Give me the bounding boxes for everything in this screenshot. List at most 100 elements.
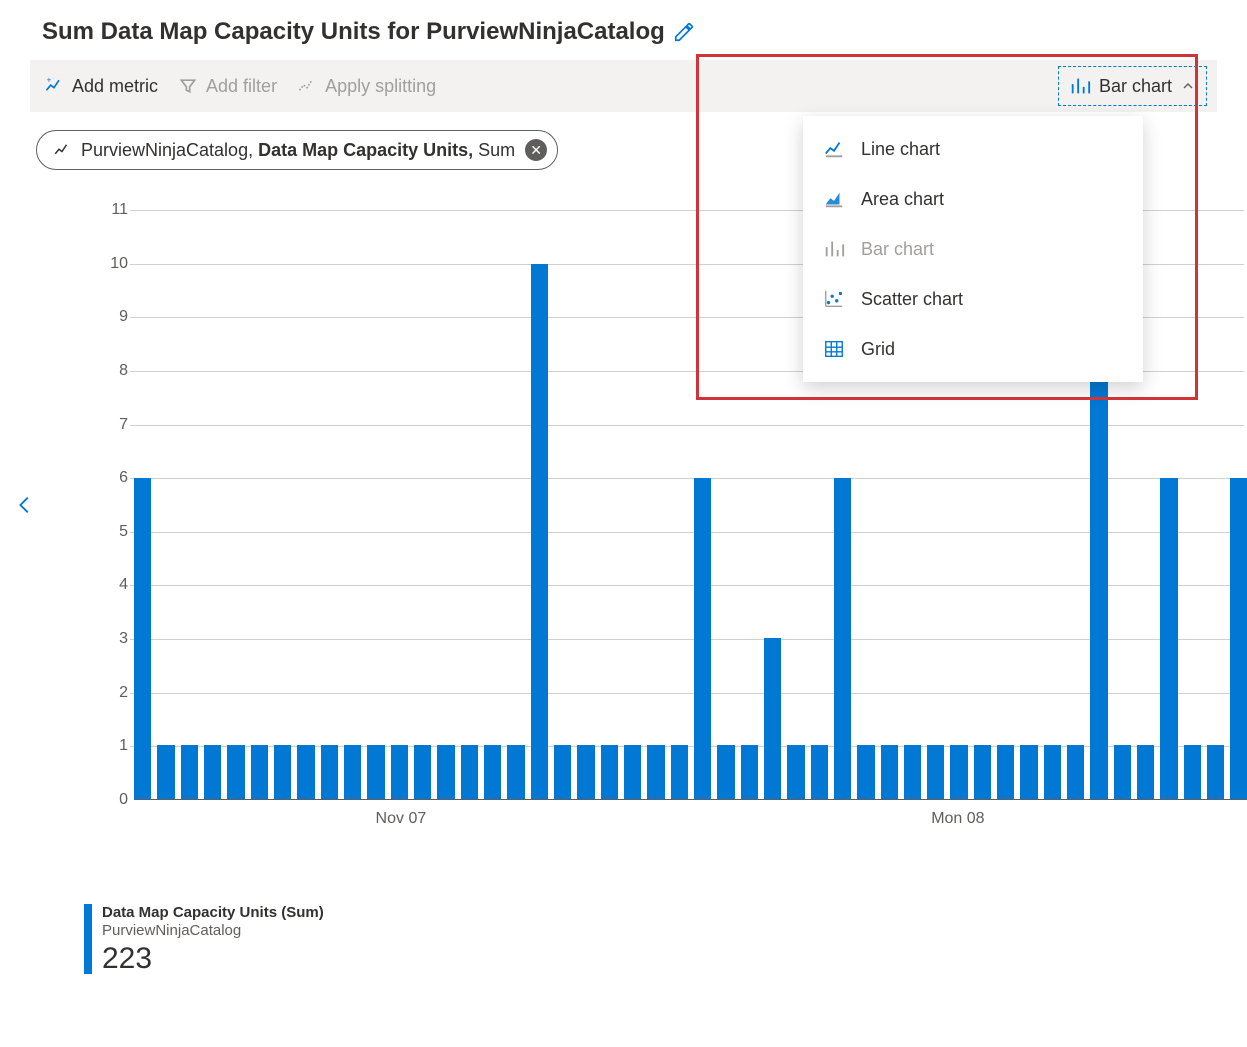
bar[interactable] — [671, 745, 688, 799]
splitting-icon — [297, 76, 317, 96]
chart-type-option-label: Line chart — [861, 139, 940, 160]
bar[interactable] — [857, 745, 874, 799]
y-tick-label: 10 — [110, 255, 128, 273]
chart-type-option-label: Grid — [861, 339, 895, 360]
bar[interactable] — [927, 745, 944, 799]
bar[interactable] — [227, 745, 244, 799]
bar-chart-icon — [1069, 75, 1091, 97]
bar[interactable] — [251, 745, 268, 799]
chart-type-option[interactable]: Area chart — [803, 174, 1143, 224]
chart-type-label: Bar chart — [1099, 76, 1172, 97]
svg-text:+: + — [47, 76, 52, 85]
bar[interactable] — [321, 745, 338, 799]
bar[interactable] — [787, 745, 804, 799]
bar[interactable] — [484, 745, 501, 799]
bar[interactable] — [834, 478, 851, 799]
legend-swatch — [84, 904, 92, 974]
y-tick-label: 1 — [119, 737, 128, 755]
bar[interactable] — [181, 745, 198, 799]
area-chart-icon — [823, 188, 845, 210]
bar[interactable] — [741, 745, 758, 799]
y-tick-label: 5 — [119, 523, 128, 541]
scatter-chart-icon — [823, 288, 845, 310]
close-icon[interactable]: ✕ — [525, 139, 547, 161]
bar[interactable] — [1020, 745, 1037, 799]
chart-type-option: Bar chart — [803, 224, 1143, 274]
filter-icon — [178, 76, 198, 96]
chevron-left-icon[interactable] — [14, 490, 36, 520]
bar[interactable] — [297, 745, 314, 799]
x-tick-label: Mon 08 — [931, 810, 984, 828]
chip-resource: PurviewNinjaCatalog, — [81, 140, 258, 160]
bar[interactable] — [204, 745, 221, 799]
chart-type-option[interactable]: Scatter chart — [803, 274, 1143, 324]
bar[interactable] — [1067, 745, 1084, 799]
chevron-up-icon — [1180, 78, 1196, 94]
y-tick-label: 2 — [119, 684, 128, 702]
bar[interactable] — [134, 478, 151, 799]
bar[interactable] — [1090, 317, 1107, 799]
y-tick-label: 4 — [119, 576, 128, 594]
grid-icon — [823, 338, 845, 360]
y-tick-label: 8 — [119, 362, 128, 380]
chip-agg: Sum — [473, 140, 515, 160]
metric-line-icon — [53, 141, 71, 159]
add-filter-label: Add filter — [206, 76, 277, 97]
bar[interactable] — [437, 745, 454, 799]
add-metric-button[interactable]: + Add metric — [44, 76, 158, 97]
bar[interactable] — [1137, 745, 1154, 799]
chart-type-option-label: Scatter chart — [861, 289, 963, 310]
y-tick-label: 7 — [119, 416, 128, 434]
bar[interactable] — [811, 745, 828, 799]
bar[interactable] — [647, 745, 664, 799]
bar[interactable] — [694, 478, 711, 799]
chart-type-dropdown-button[interactable]: Bar chart — [1058, 66, 1207, 106]
bar[interactable] — [1114, 745, 1131, 799]
metric-chip[interactable]: PurviewNinjaCatalog, Data Map Capacity U… — [36, 130, 558, 170]
bar[interactable] — [274, 745, 291, 799]
legend-value: 223 — [102, 942, 324, 976]
bar[interactable] — [997, 745, 1014, 799]
bar[interactable] — [904, 745, 921, 799]
bar[interactable] — [601, 745, 618, 799]
bar[interactable] — [531, 264, 548, 799]
apply-splitting-label: Apply splitting — [325, 76, 436, 97]
y-tick-label: 0 — [119, 791, 128, 809]
bar[interactable] — [950, 745, 967, 799]
bar[interactable] — [391, 745, 408, 799]
bar[interactable] — [764, 638, 781, 799]
edit-icon[interactable] — [673, 21, 695, 43]
bar[interactable] — [1207, 745, 1224, 799]
y-tick-label: 6 — [119, 469, 128, 487]
bar[interactable] — [157, 745, 174, 799]
add-metric-label: Add metric — [72, 76, 158, 97]
bar[interactable] — [414, 745, 431, 799]
bar[interactable] — [717, 745, 734, 799]
legend-metric: Data Map Capacity Units (Sum) — [102, 904, 324, 922]
bar[interactable] — [577, 745, 594, 799]
bar[interactable] — [344, 745, 361, 799]
bar[interactable] — [1184, 745, 1201, 799]
x-tick-label: Nov 07 — [376, 810, 427, 828]
bar[interactable] — [974, 745, 991, 799]
bar[interactable] — [1230, 478, 1247, 799]
bar[interactable] — [624, 745, 641, 799]
bar[interactable] — [554, 745, 571, 799]
bar[interactable] — [1160, 478, 1177, 799]
chart-type-option[interactable]: Line chart — [803, 124, 1143, 174]
chart-type-option-label: Area chart — [861, 189, 944, 210]
y-tick-label: 3 — [119, 630, 128, 648]
bar[interactable] — [367, 745, 384, 799]
line-chart-icon — [823, 138, 845, 160]
legend: Data Map Capacity Units (Sum) PurviewNin… — [84, 904, 1217, 976]
chart-type-option[interactable]: Grid — [803, 324, 1143, 374]
bar[interactable] — [507, 745, 524, 799]
apply-splitting-button[interactable]: Apply splitting — [297, 76, 436, 97]
bar[interactable] — [1044, 745, 1061, 799]
add-filter-button[interactable]: Add filter — [178, 76, 277, 97]
legend-resource: PurviewNinjaCatalog — [102, 922, 324, 940]
chart-type-option-label: Bar chart — [861, 239, 934, 260]
bar[interactable] — [461, 745, 478, 799]
bar[interactable] — [881, 745, 898, 799]
y-tick-label: 11 — [111, 201, 128, 219]
